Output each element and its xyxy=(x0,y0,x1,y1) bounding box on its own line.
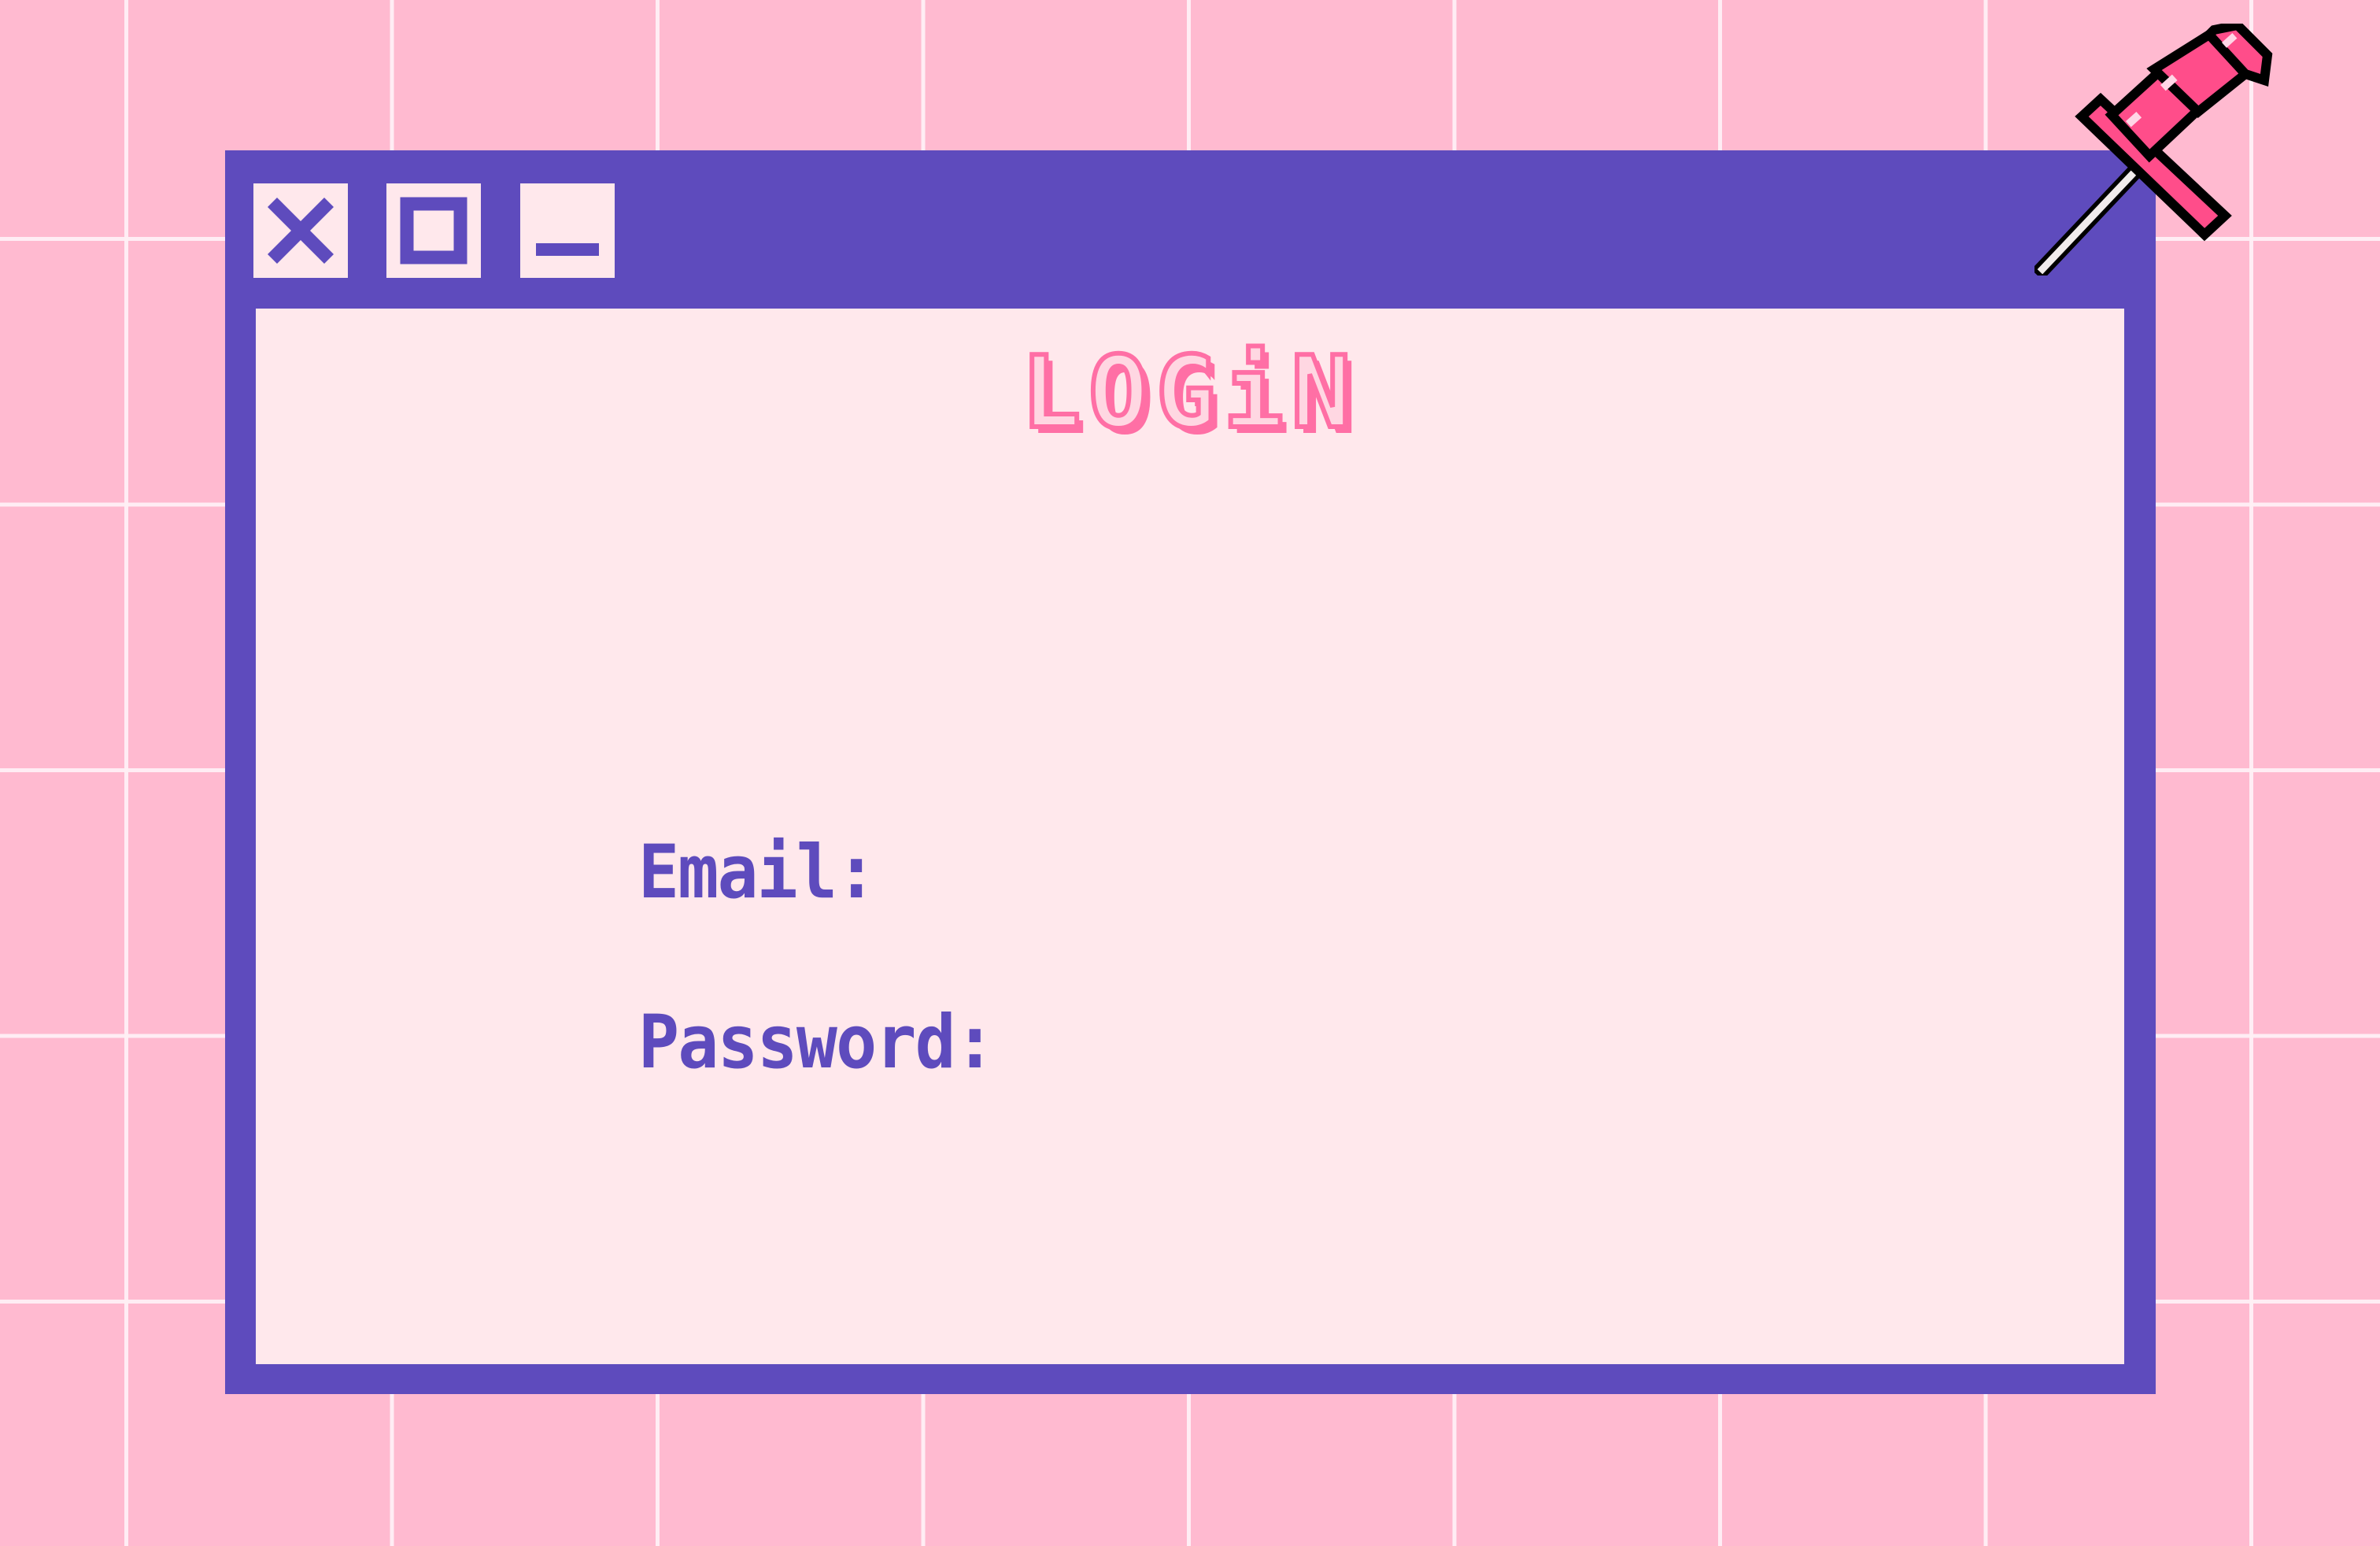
maximize-icon xyxy=(400,197,468,264)
login-form-panel: LOGiN Email: Password: xyxy=(256,309,2124,1364)
pushpin-icon xyxy=(2034,24,2273,276)
password-field[interactable] xyxy=(1114,1000,1904,1088)
login-title: LOGiN xyxy=(1018,335,1359,450)
login-window: LOGiN Email: Password: xyxy=(225,150,2156,1394)
password-label: Password: xyxy=(638,1000,996,1086)
close-icon xyxy=(267,197,334,264)
email-label: Email: xyxy=(638,830,877,915)
close-button[interactable] xyxy=(253,183,348,278)
minimize-icon xyxy=(536,243,599,256)
email-field[interactable] xyxy=(1114,830,1904,918)
maximize-button[interactable] xyxy=(386,183,481,278)
minimize-button[interactable] xyxy=(520,183,615,278)
